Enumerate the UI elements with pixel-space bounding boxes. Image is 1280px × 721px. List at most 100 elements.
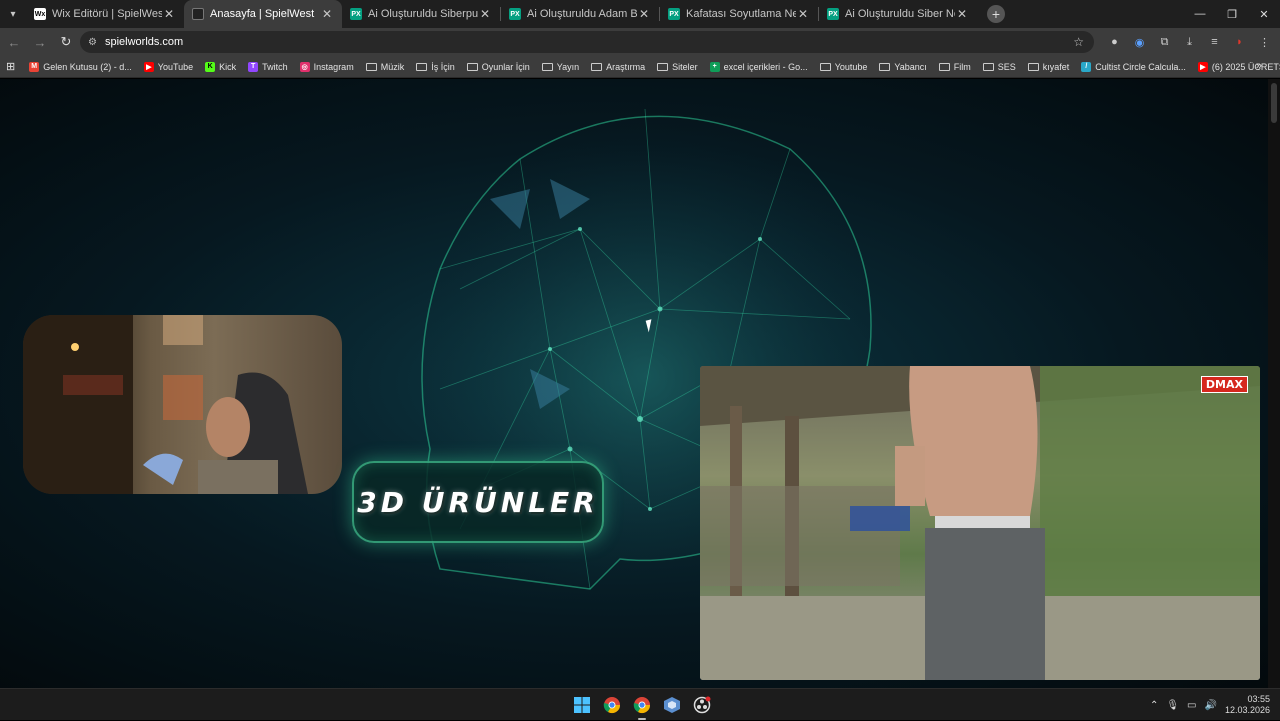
bookmark-kick[interactable]: K Kick	[205, 61, 236, 72]
bookmark-label: Film	[953, 61, 971, 72]
kick-icon: K	[205, 61, 216, 72]
bookmark-folder-film[interactable]: Film	[938, 61, 971, 72]
extensions-puzzle-icon[interactable]: ⧉	[1155, 33, 1174, 52]
reload-button[interactable]: ↻	[54, 30, 78, 54]
tab-wix-editor[interactable]: Wx Wix Editörü | SpielWest ✕	[26, 0, 184, 28]
px-icon: PX	[668, 8, 680, 20]
bookmark-label: Oyunlar İçin	[481, 61, 530, 72]
bookmark-folder-ses[interactable]: SES	[982, 61, 1016, 72]
chrome-icon	[633, 697, 651, 714]
bookmark-star-icon[interactable]: ☆	[1073, 35, 1084, 49]
youtube-icon: ▶	[143, 61, 154, 72]
tab-siber-neon[interactable]: PX Ai Oluşturuldu Siber Neon Geo ✕	[819, 0, 977, 28]
bookmark-instagram[interactable]: ◎ Instagram	[299, 61, 354, 72]
instagram-icon: ◎	[299, 61, 310, 72]
minimize-button[interactable]: —	[1184, 0, 1216, 28]
folder-icon	[466, 62, 478, 71]
close-window-button[interactable]: ✕	[1248, 0, 1280, 28]
window-controls: — ❐ ✕	[1184, 0, 1280, 28]
bookmark-twitch[interactable]: T Twitch	[248, 61, 288, 72]
tab-siberpunk-sehir[interactable]: PX Ai Oluşturuldu Siberpunk Şehir ✕	[342, 0, 500, 28]
bookmark-label: Müzik	[380, 61, 405, 72]
tab-title: Anasayfa | SpielWest	[210, 8, 315, 20]
folder-icon	[1027, 62, 1039, 71]
address-bar[interactable]: ⚙ spielworlds.com ☆	[80, 31, 1094, 53]
media-control-icon[interactable]: ≡	[1205, 33, 1224, 52]
3d-products-button[interactable]: 3D ÜRÜNLER	[352, 461, 604, 543]
page-viewport: 3D ÜRÜNLER DMAX	[0, 79, 1280, 688]
close-icon[interactable]: ✕	[796, 7, 810, 21]
bookmark-folder-oyunlar[interactable]: Oyunlar İçin	[466, 61, 530, 72]
tab-anasayfa[interactable]: Anasayfa | SpielWest ✕	[184, 0, 342, 28]
bookmark-folder-arastirma[interactable]: Araştırma	[591, 62, 645, 72]
close-icon[interactable]: ✕	[637, 7, 651, 21]
extension-audio-icon[interactable]: ◉	[1130, 33, 1149, 52]
url-text: spielworlds.com	[104, 36, 184, 48]
site-info-icon[interactable]: ⚙	[88, 37, 97, 48]
browser-toolbar: ← → ↻ ⚙ spielworlds.com ☆ ● ◉ ⧉ ⤓ ≡ ◗ ⋮	[0, 28, 1280, 56]
clock-date: 12.03.2026	[1224, 705, 1270, 715]
bookmark-folder-youtube[interactable]: Youtube	[819, 61, 868, 72]
profile-icon[interactable]: ◗	[1230, 33, 1249, 52]
taskbar-chrome[interactable]	[600, 693, 624, 717]
bookmark-gmail[interactable]: M Gelen Kutusu (2) - d...	[29, 61, 132, 72]
bookmark-label: (6) 2025 ÜCRETSİZ...	[1211, 61, 1280, 72]
start-button[interactable]	[570, 693, 594, 717]
tray-overflow-icon[interactable]: ⌃	[1150, 700, 1158, 711]
bookmark-label: İş İçin	[431, 61, 455, 72]
tab-adam-binalar[interactable]: PX Ai Oluşturuldu Adam Binalar - f ✕	[501, 0, 659, 28]
bookmark-youtube[interactable]: ▶ YouTube	[143, 61, 194, 72]
bookmark-folder-muzik[interactable]: Müzik	[365, 61, 405, 72]
bookmark-folder-yabanci[interactable]: Yabancı	[879, 62, 927, 72]
volume-icon[interactable]: 🔊	[1205, 700, 1217, 711]
bookmark-label: YouTube	[157, 61, 194, 72]
plus-icon: +	[991, 6, 1001, 22]
bookmark-cultist[interactable]: / Cultist Circle Calcula...	[1081, 61, 1186, 72]
bookmark-label: SES	[997, 61, 1016, 72]
close-icon[interactable]: ✕	[478, 7, 492, 21]
reload-icon: ↻	[60, 34, 72, 49]
page-scrollbar[interactable]	[1268, 79, 1280, 688]
taskbar-chrome-active[interactable]	[630, 693, 654, 720]
forward-button[interactable]: →	[28, 30, 52, 54]
tab-title: Ai Oluşturuldu Siber Neon Geo	[845, 8, 955, 20]
bookmark-label: Youtube	[834, 61, 868, 72]
bookmark-youtube-2025[interactable]: ▶(6) 2025 ÜCRETSİZ...	[1197, 61, 1280, 72]
tab-search-button[interactable]: ▾	[0, 0, 26, 28]
video-overlay: DMAX	[700, 366, 1260, 680]
twitch-icon: T	[248, 61, 259, 72]
folder-icon	[982, 62, 994, 71]
bookmark-excel[interactable]: + excel içerikleri - Go...	[709, 61, 808, 72]
taskbar-app-obs[interactable]	[690, 693, 714, 717]
display-icon[interactable]: ▭	[1187, 700, 1196, 711]
restore-button[interactable]: ❐	[1216, 0, 1248, 28]
taskbar-clock[interactable]: 03:55 12.03.2026	[1225, 694, 1270, 716]
apps-grid-icon[interactable]: ⊞	[6, 60, 15, 73]
folder-icon	[938, 62, 950, 71]
microphone-icon[interactable]: 🎙	[1166, 700, 1179, 711]
folder-icon	[416, 62, 428, 71]
download-icon[interactable]: ⤓	[1180, 33, 1199, 52]
back-button[interactable]: ←	[2, 30, 26, 54]
folder-icon	[591, 62, 603, 71]
bookmark-folder-yayin[interactable]: Yayın	[541, 61, 580, 72]
close-icon[interactable]: ✕	[320, 7, 334, 21]
taskbar-app-settings[interactable]	[660, 693, 684, 717]
new-tab-button[interactable]: +	[987, 5, 1005, 23]
scrollbar-thumb[interactable]	[1271, 83, 1277, 123]
menu-kebab-icon[interactable]: ⋮	[1255, 33, 1274, 52]
bookmark-folder-is-icin[interactable]: İş İçin	[416, 62, 455, 72]
bookmark-folder-kiyafet[interactable]: kıyafet	[1027, 61, 1070, 72]
bookmarks-overflow-icon[interactable]: »	[1256, 60, 1262, 72]
bookmark-label: Yayın	[556, 61, 580, 72]
arrow-left-icon: ←	[7, 34, 21, 50]
extension-circle-icon[interactable]: ●	[1105, 33, 1124, 52]
wix-icon: Wx	[34, 8, 46, 20]
bookmark-folder-siteler[interactable]: Siteler	[657, 62, 698, 72]
tab-kafatasi[interactable]: PX Kafatası Soyutlama Neon Işık - ✕	[660, 0, 818, 28]
folder-icon	[819, 62, 831, 71]
bookmark-label: kıyafet	[1042, 61, 1070, 72]
close-icon[interactable]: ✕	[955, 7, 969, 21]
close-icon[interactable]: ✕	[162, 7, 176, 21]
windows-logo-icon	[574, 697, 590, 713]
